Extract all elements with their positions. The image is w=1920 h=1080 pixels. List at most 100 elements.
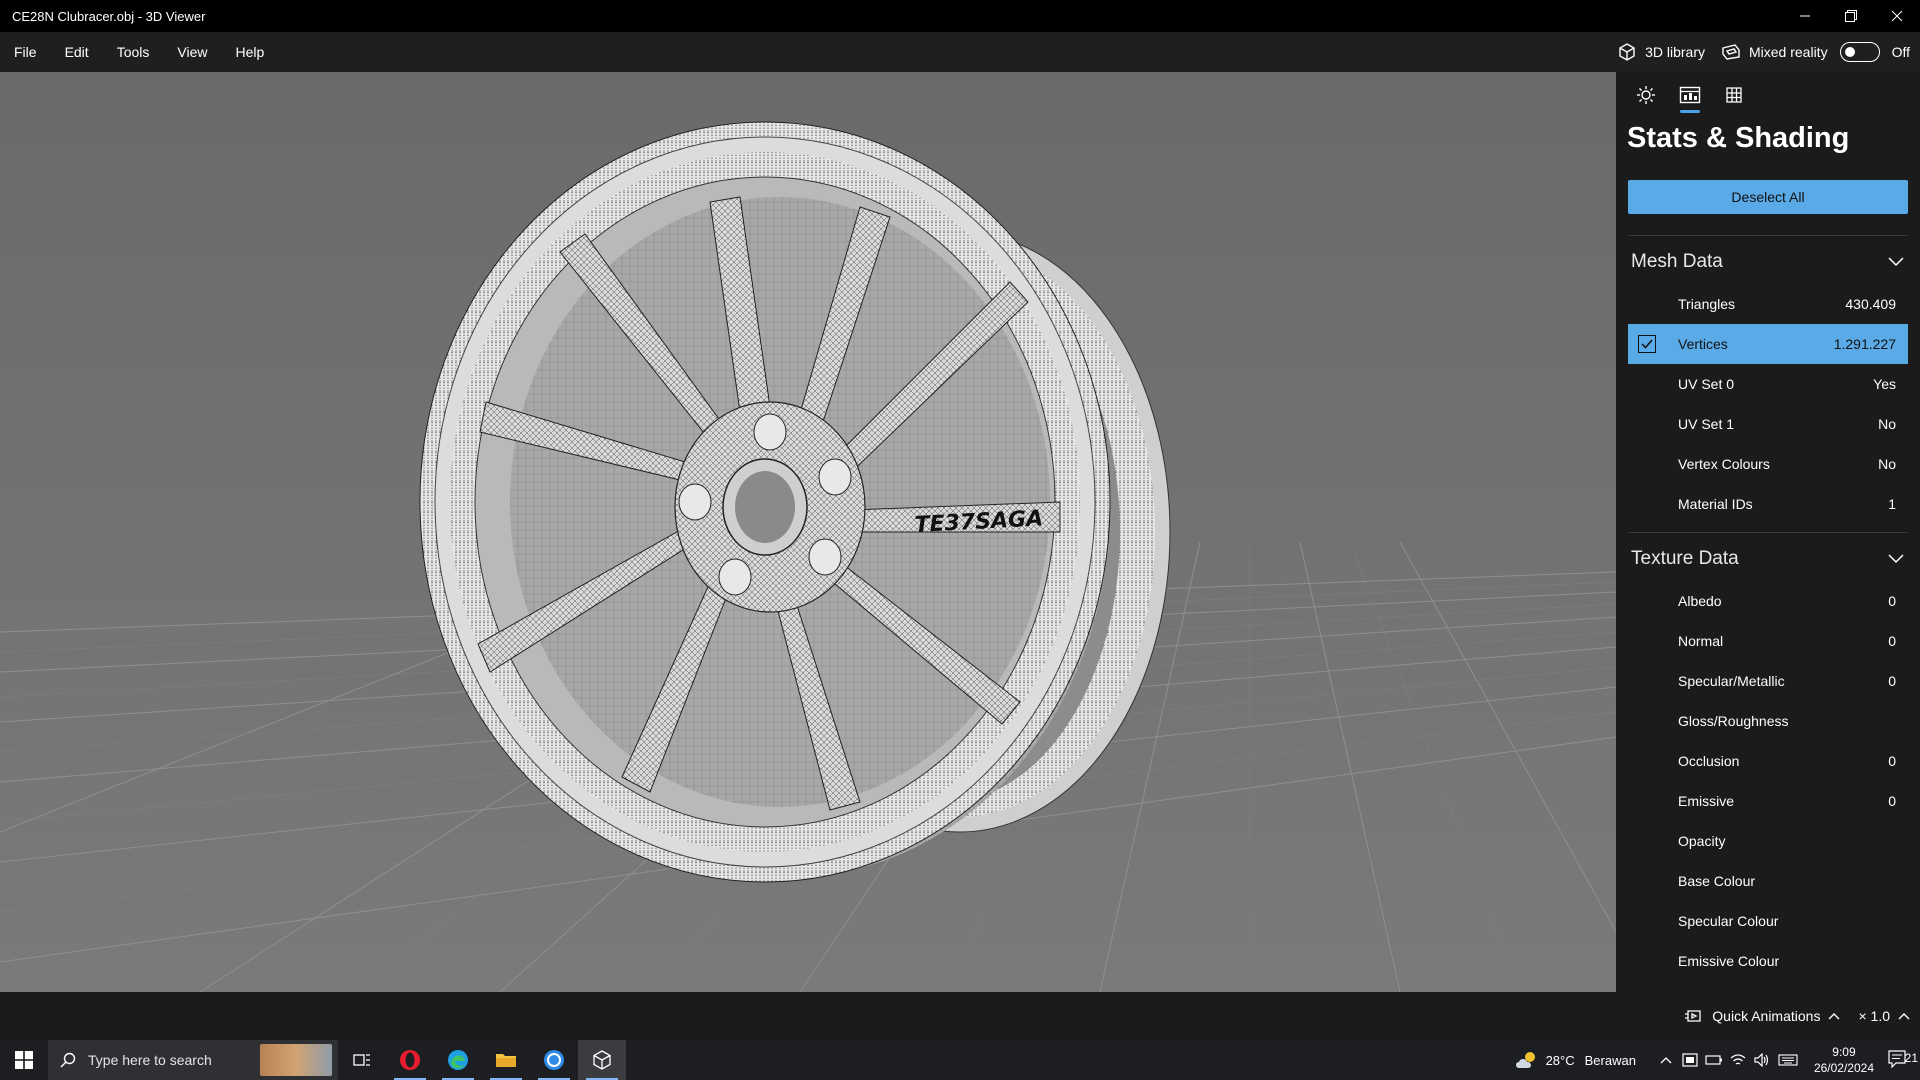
mesh-data-header[interactable]: Mesh Data: [1616, 240, 1920, 284]
row-label: Emissive: [1678, 793, 1735, 809]
tray-app-icon[interactable]: [1679, 1053, 1701, 1067]
tab-grid[interactable]: [1712, 75, 1756, 115]
row-value: 0: [1888, 593, 1896, 609]
texture-row-specular-metallic[interactable]: Specular/Metallic 0: [1628, 661, 1908, 701]
tray-volume-icon[interactable]: [1751, 1053, 1773, 1067]
mesh-row-material-ids[interactable]: Material IDs 1: [1628, 484, 1908, 524]
mixed-reality-icon: [1722, 44, 1740, 60]
minimize-button[interactable]: [1782, 0, 1828, 32]
mesh-row-uv-set-1[interactable]: UV Set 1 No: [1628, 404, 1908, 444]
tab-lighting[interactable]: [1624, 75, 1668, 115]
menu-help[interactable]: Help: [221, 32, 278, 72]
texture-row-albedo[interactable]: Albedo 0: [1628, 581, 1908, 621]
taskbar-search[interactable]: Type here to search: [48, 1040, 338, 1080]
weather-desc: Berawan: [1584, 1052, 1636, 1068]
restore-button[interactable]: [1828, 0, 1874, 32]
row-label: Normal: [1678, 633, 1724, 649]
row-label: Vertex Colours: [1678, 456, 1770, 472]
taskbar-3d-viewer[interactable]: [578, 1040, 626, 1080]
texture-row-opacity[interactable]: Opacity: [1628, 821, 1908, 861]
close-button[interactable]: [1874, 0, 1920, 32]
divider: [1628, 532, 1908, 533]
taskbar-edge[interactable]: [434, 1040, 482, 1080]
row-label: Emissive Colour: [1678, 953, 1780, 969]
taskbar-file-explorer[interactable]: [482, 1040, 530, 1080]
grid-icon: [1726, 87, 1742, 103]
battery-icon: [1705, 1055, 1722, 1065]
tray-wifi-icon[interactable]: [1727, 1053, 1749, 1067]
viewport-canvas[interactable]: TE37SAGA: [0, 72, 1616, 992]
texture-row-base-colour[interactable]: Base Colour: [1628, 861, 1908, 901]
texture-row-normal[interactable]: Normal 0: [1628, 621, 1908, 661]
mesh-row-vertex-colours[interactable]: Vertex Colours No: [1628, 444, 1908, 484]
mesh-data-label: Mesh Data: [1631, 251, 1723, 272]
stats-icon: [1679, 86, 1701, 104]
menu-view[interactable]: View: [163, 32, 221, 72]
start-button[interactable]: [0, 1040, 48, 1080]
app-circle-icon: [544, 1050, 564, 1070]
mixed-reality-toggle[interactable]: [1839, 42, 1880, 62]
panel-title: Stats & Shading: [1627, 122, 1850, 154]
row-value: 1: [1888, 496, 1896, 512]
system-tray: 28°C Berawan 9:09 26/02/2024 21: [1514, 1040, 1920, 1080]
texture-row-occlusion[interactable]: Occlusion 0: [1628, 741, 1908, 781]
show-hidden-icons-button[interactable]: [1655, 1056, 1677, 1064]
panel-tabs: [1616, 72, 1920, 118]
stats-panel: Stats & Shading Deselect All Mesh Data T…: [1616, 72, 1920, 992]
mixed-reality-button[interactable]: Mixed reality: [1721, 42, 1828, 62]
volume-icon: [1754, 1053, 1769, 1067]
quick-animations-label[interactable]: Quick Animations: [1712, 1008, 1820, 1024]
tray-battery-icon[interactable]: [1703, 1054, 1725, 1066]
chevron-up-icon: [1660, 1057, 1672, 1064]
row-value: 1.291.227: [1833, 336, 1896, 352]
texture-row-emissive-colour[interactable]: Emissive Colour: [1628, 941, 1908, 981]
chevron-up-icon[interactable]: [1898, 1012, 1910, 1020]
menu-file[interactable]: File: [0, 32, 51, 72]
tray-keyboard-icon[interactable]: [1775, 1054, 1801, 1066]
texture-row-specular-colour[interactable]: Specular Colour: [1628, 901, 1908, 941]
menu-tools[interactable]: Tools: [103, 32, 164, 72]
mixed-reality-label: Mixed reality: [1748, 44, 1828, 60]
deselect-all-button[interactable]: Deselect All: [1628, 180, 1908, 214]
task-view-button[interactable]: [338, 1040, 386, 1080]
mesh-row-vertices[interactable]: Vertices 1.291.227: [1628, 324, 1908, 364]
checkbox-checked[interactable]: [1638, 335, 1656, 353]
row-value: No: [1878, 456, 1896, 472]
row-label: Opacity: [1678, 833, 1726, 849]
row-value: 0: [1888, 673, 1896, 689]
row-value: No: [1878, 416, 1896, 432]
mesh-row-uv-set-0[interactable]: UV Set 0 Yes: [1628, 364, 1908, 404]
texture-row-emissive[interactable]: Emissive 0: [1628, 781, 1908, 821]
taskbar-opera[interactable]: [386, 1040, 434, 1080]
window-title: CE28N Clubracer.obj - 3D Viewer: [12, 8, 206, 24]
3d-library-button[interactable]: 3D library: [1617, 42, 1705, 62]
texture-row-gloss-roughness[interactable]: Gloss/Roughness: [1628, 701, 1908, 741]
3d-viewer-icon: [593, 1050, 611, 1070]
row-label: Triangles: [1678, 296, 1736, 312]
row-label: Albedo: [1678, 593, 1722, 609]
notification-center-button[interactable]: 21: [1884, 1049, 1920, 1071]
clock[interactable]: 9:09 26/02/2024: [1814, 1044, 1874, 1076]
wifi-icon: [1730, 1054, 1746, 1065]
tab-stats-shading[interactable]: [1668, 75, 1712, 115]
mesh-row-triangles[interactable]: Triangles 430.409: [1628, 284, 1908, 324]
folder-icon: [496, 1054, 516, 1067]
checkmark-icon: [1641, 339, 1653, 349]
clock-date: 26/02/2024: [1813, 1061, 1874, 1075]
row-label: Specular Colour: [1678, 913, 1779, 929]
texture-data-header[interactable]: Texture Data: [1616, 537, 1920, 581]
row-label: Base Colour: [1678, 873, 1756, 889]
toggle-state-label: Off: [1891, 44, 1910, 60]
taskbar-app-circle[interactable]: [530, 1040, 578, 1080]
animation-icon: [1685, 1010, 1701, 1022]
3d-viewport[interactable]: TE37SAGA: [0, 72, 1616, 992]
clock-time: 9:09: [1832, 1045, 1856, 1059]
weather-widget[interactable]: 28°C Berawan: [1514, 1050, 1636, 1070]
search-placeholder: Type here to search: [88, 1052, 212, 1068]
row-value: 0: [1888, 793, 1896, 809]
menu-edit[interactable]: Edit: [51, 32, 103, 72]
chevron-up-icon[interactable]: [1828, 1012, 1840, 1020]
animation-bar: Quick Animations × 1.0: [0, 992, 1920, 1040]
menu-right: 3D library Mixed reality Off: [1617, 32, 1920, 72]
speed-label[interactable]: × 1.0: [1858, 1008, 1890, 1024]
